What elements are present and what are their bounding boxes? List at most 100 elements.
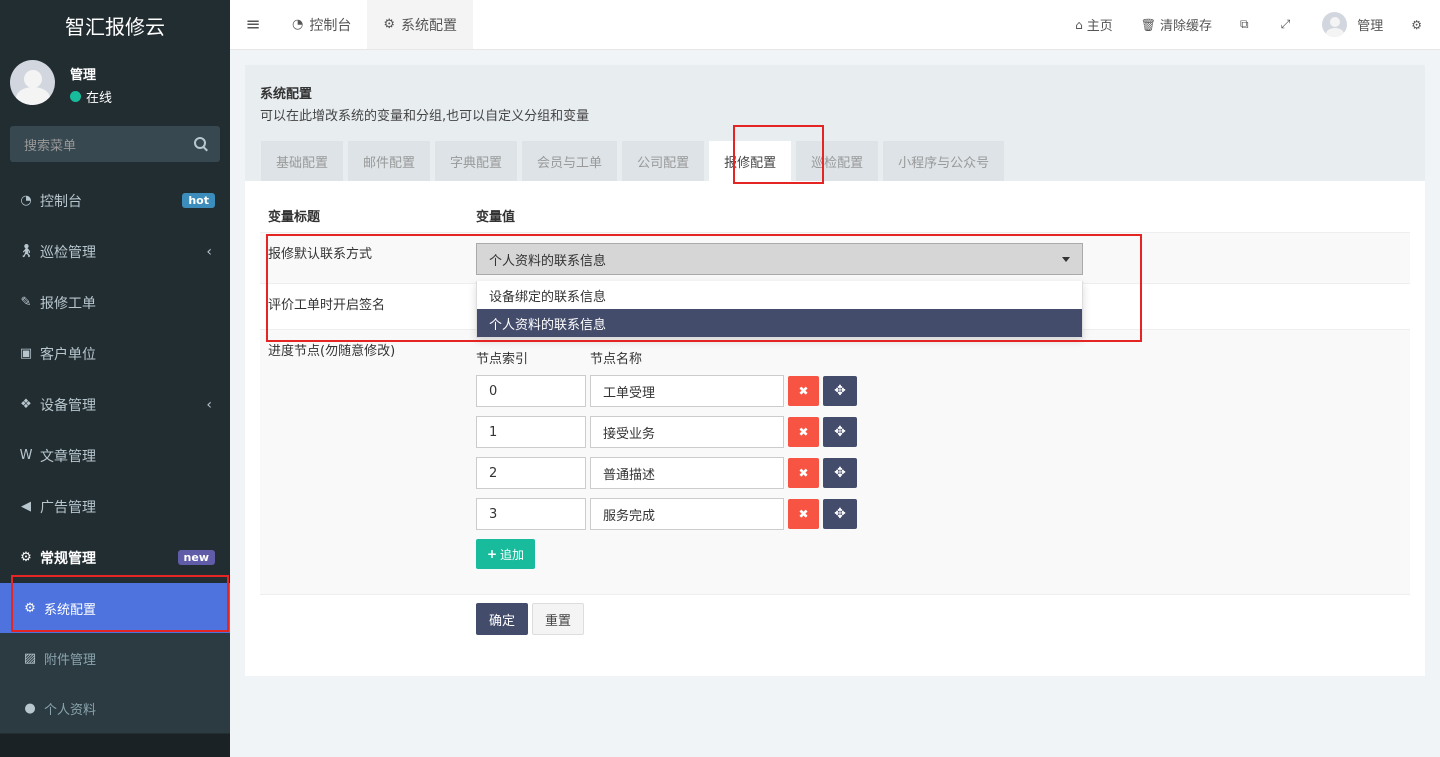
user-icon: ● [24,700,36,716]
tab-email[interactable]: 邮件配置 [348,141,431,181]
sidebar-item-label: 文章管理 [40,448,96,465]
reset-button[interactable]: 重置 [532,603,584,635]
walk-icon: 🚶︎ [18,244,35,259]
image-icon: ▨ [23,650,37,666]
contact-select[interactable]: 个人资料的联系信息 [476,243,1083,275]
sidebar-item-label: 附件管理 [44,652,97,668]
row-title: 评价工单时开启签名 [268,298,386,313]
tab-label: 系统配置 [401,17,457,34]
dashboard-icon: ◔ [20,193,32,208]
list-item: 0 工单受理 ✖ ✥ [476,375,857,407]
table-row: 报修默认联系方式 个人资料的联系信息 [260,232,1410,283]
wrench-icon: ✎ [20,295,32,310]
remove-button[interactable]: ✖ [788,458,819,488]
sidebar-item-inspection[interactable]: 🚶︎ 巡检管理 ‹ [0,226,230,277]
avatar [1322,12,1348,37]
node-index-header: 节点索引 [476,352,529,367]
sidebar-item-devices[interactable]: ❖ 设备管理 ‹ [0,379,230,430]
sidebar-item-dashboard[interactable]: ◔ 控制台 hot [0,175,230,226]
move-handle-icon[interactable]: ✥ [823,458,857,488]
node-name-input[interactable]: 服务完成 [590,498,784,530]
move-handle-icon[interactable]: ✥ [823,376,857,406]
clear-cache-label: 清除缓存 [1160,19,1213,34]
sidebar-item-label: 客户单位 [40,346,96,363]
node-name-input[interactable]: 普通描述 [590,457,784,489]
dashboard-icon: ◔ [292,17,304,32]
sidebar-item-customers[interactable]: ▣ 客户单位 [0,328,230,379]
brand-logo[interactable]: 智汇报修云 [0,0,230,50]
sidebar-item-ads[interactable]: ◀︎ 广告管理 [0,481,230,532]
row-title: 报修默认联系方式 [268,247,373,262]
column-header: 变量标题 [268,210,321,225]
dropdown-option-selected[interactable]: 个人资料的联系信息 [477,309,1082,337]
tab-dashboard[interactable]: ◔ 控制台 [276,0,367,49]
menu-toggle-icon[interactable]: ≡ [230,0,276,49]
clear-cache-button[interactable]: 🗑︎ 清除缓存 [1127,15,1226,35]
panel-heading: 系统配置 可以在此增改系统的变量和分组,也可以自定义分组和变量 基础配置 邮件配… [245,65,1425,181]
settings-button[interactable]: ⚙ [1397,18,1440,32]
fullscreen-button[interactable]: ⤢ [1267,17,1309,32]
page-description: 可以在此增改系统的变量和分组,也可以自定义分组和变量 [260,109,590,124]
move-handle-icon[interactable]: ✥ [823,499,857,529]
language-button[interactable]: ⧉ [1226,17,1267,32]
node-name-header: 节点名称 [590,352,643,367]
search-input[interactable]: 搜索菜单 [24,135,76,154]
topbar-right: ⌂ 主页 🗑︎ 清除缓存 ⧉ ⤢ 管理 ⚙ [1061,0,1440,49]
table-row: 进度节点(勿随意修改) 节点索引 节点名称 0 工单受理 ✖ ✥ 1 接受业务 … [260,329,1410,595]
sidebar-item-articles[interactable]: W 文章管理 [0,430,230,481]
tab-dictionary[interactable]: 字典配置 [435,141,518,181]
node-index-input[interactable]: 3 [476,498,586,530]
tab-member-orders[interactable]: 会员与工单 [522,141,618,181]
remove-button[interactable]: ✖ [788,376,819,406]
sidebar-item-attachments[interactable]: ▨ 附件管理 [0,633,230,683]
add-node-label: 追加 [500,547,525,562]
tab-system-config[interactable]: ⚙ 系统配置 [367,0,473,49]
node-name-input[interactable]: 工单受理 [590,375,784,407]
user-panel: 管理 在线 [0,50,230,114]
sidebar-item-general[interactable]: ⚙ 常规管理 new [0,532,230,583]
remove-button[interactable]: ✖ [788,417,819,447]
tab-repair[interactable]: 报修配置 [709,141,792,181]
sidebar-search[interactable]: 搜索菜单 [10,126,220,162]
config-tabs: 基础配置 邮件配置 字典配置 会员与工单 公司配置 报修配置 巡检配置 小程序与… [261,141,1009,181]
fullscreen-icon: ⤢ [1280,17,1291,31]
sidebar-item-label: 广告管理 [40,499,96,516]
search-icon[interactable] [194,137,208,151]
submit-button[interactable]: 确定 [476,603,528,635]
sidebar-item-label: 报修工单 [40,295,96,312]
sidebar-item-system-config[interactable]: ⚙ 系统配置 [0,583,230,633]
node-index-input[interactable]: 1 [476,416,586,448]
contact-select-dropdown: 设备绑定的联系信息 个人资料的联系信息 [476,281,1083,338]
home-link[interactable]: ⌂ 主页 [1061,15,1127,35]
tab-inspection[interactable]: 巡检配置 [796,141,879,181]
wordpress-icon: W [19,448,33,463]
new-badge: new [177,550,215,565]
topbar: ≡ ◔ 控制台 ⚙ 系统配置 ⌂ 主页 🗑︎ 清除缓存 ⧉ ⤢ 管理 ⚙ [230,0,1440,50]
node-index-input[interactable]: 0 [476,375,586,407]
gear-icon: ⚙ [24,600,36,616]
column-header: 变量值 [476,210,516,225]
gear-icon: ⚙ [383,17,395,32]
tab-miniprogram[interactable]: 小程序与公众号 [883,141,1005,181]
sidebar-item-label: 控制台 [40,193,82,210]
tab-basic[interactable]: 基础配置 [261,141,344,181]
tab-company[interactable]: 公司配置 [622,141,705,181]
volume-icon: ◀︎ [21,499,31,514]
dropdown-option[interactable]: 设备绑定的联系信息 [477,281,1082,309]
sidebar-item-profile[interactable]: ● 个人资料 [0,683,230,733]
move-handle-icon[interactable]: ✥ [823,417,857,447]
online-dot-icon [70,91,81,102]
remove-button[interactable]: ✖ [788,499,819,529]
row-title: 进度节点(勿随意修改) [268,344,396,359]
trash-icon: 🗑︎ [1140,17,1157,32]
node-name-input[interactable]: 接受业务 [590,416,784,448]
sidebar-item-label: 系统配置 [44,602,97,618]
gears-icon: ⚙ [1411,17,1422,32]
sidebar-item-partial[interactable] [0,734,230,757]
node-index-input[interactable]: 2 [476,457,586,489]
user-menu[interactable]: 管理 [1308,12,1397,37]
config-panel: 系统配置 可以在此增改系统的变量和分组,也可以自定义分组和变量 基础配置 邮件配… [245,65,1425,676]
sidebar-item-repair-orders[interactable]: ✎ 报修工单 [0,277,230,328]
add-node-button[interactable]: + 追加 [476,539,535,569]
language-icon: ⧉ [1240,17,1249,31]
